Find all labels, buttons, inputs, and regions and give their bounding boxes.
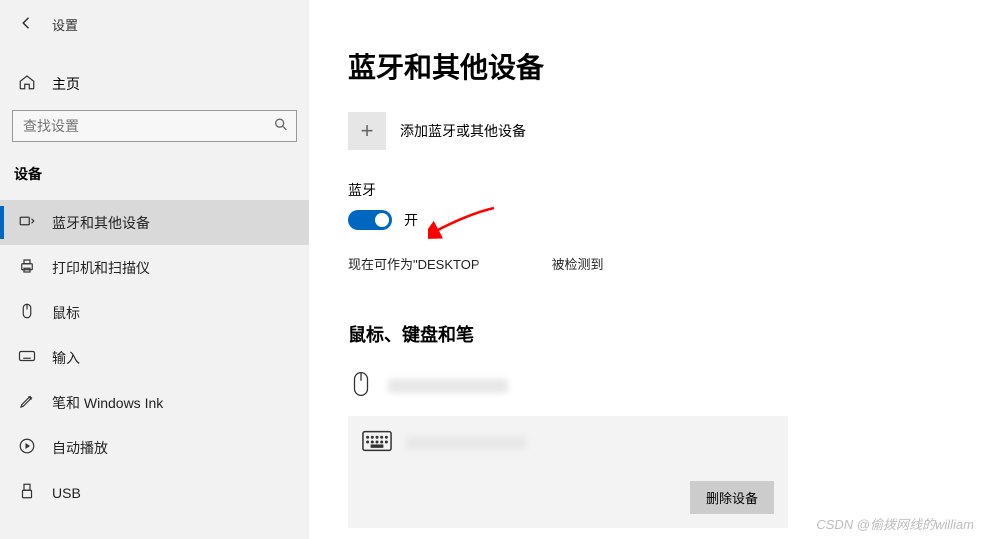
sidebar-item-mouse[interactable]: 鼠标 [0,290,309,335]
redacted-name [480,259,552,273]
bluetooth-toggle-row: 开 [348,210,984,230]
sidebar-item-usb[interactable]: USB [0,470,309,515]
sidebar-item-autoplay[interactable]: 自动播放 [0,425,309,470]
search-wrap [12,110,297,142]
pen-icon [18,392,36,413]
search-icon[interactable] [273,117,289,136]
remove-device-button[interactable]: 删除设备 [690,481,774,514]
sidebar-item-printer[interactable]: 打印机和扫描仪 [0,245,309,290]
nav-list: 蓝牙和其他设备打印机和扫描仪鼠标输入笔和 Windows Ink 自动播放 USB [0,200,309,515]
discover-prefix: 现在可作为"DESKTOP [348,257,480,272]
mouse-icon [18,302,36,323]
back-icon[interactable] [18,14,36,35]
main-content: 蓝牙和其他设备 + 添加蓝牙或其他设备 蓝牙 开 现在可作为"DESKTOP 被检… [310,0,984,539]
sidebar-item-label: 鼠标 [52,303,80,323]
sidebar-item-label: 蓝牙和其他设备 [52,213,150,233]
topbar: 设置 [0,0,309,45]
discoverable-text: 现在可作为"DESKTOP 被检测到 [348,254,984,273]
sidebar-item-keyboard[interactable]: 输入 [0,335,309,380]
sidebar-item-home[interactable]: 主页 [0,63,309,106]
add-device-label: 添加蓝牙或其他设备 [400,121,526,141]
sidebar-item-bluetooth[interactable]: 蓝牙和其他设备 [0,200,309,245]
add-device-button[interactable]: + 添加蓝牙或其他设备 [348,112,984,150]
plus-icon: + [348,112,386,150]
autoplay-icon [18,437,36,458]
sidebar-item-label: 笔和 Windows Ink [52,393,163,413]
mouse-icon [348,371,374,400]
keyboard-icon [18,347,36,368]
bluetooth-toggle[interactable] [348,210,392,230]
bluetooth-label: 蓝牙 [348,180,984,200]
watermark: CSDN @偷拨网线的william [816,514,974,533]
keyboard-icon [362,430,392,455]
annotation-arrow-icon [428,204,498,243]
section-header: 设备 [0,142,309,192]
search-input[interactable] [12,110,297,142]
toggle-state-label: 开 [404,210,418,230]
bluetooth-icon [18,212,36,233]
sidebar-item-label: 主页 [52,74,80,94]
app-title: 设置 [52,15,78,34]
home-icon [18,73,36,94]
sidebar-item-pen[interactable]: 笔和 Windows Ink [0,380,309,425]
discover-suffix: 被检测到 [552,257,604,272]
device-row-mouse[interactable] [348,363,984,408]
sidebar-item-label: USB [52,485,81,501]
sidebar-item-label: 自动播放 [52,438,108,458]
redacted-device-name [388,379,508,393]
sidebar: 设置 主页 设备 蓝牙和其他设备打印机和扫描仪鼠标输入笔和 Windows In… [0,0,310,539]
sidebar-item-label: 输入 [52,348,80,368]
page-title: 蓝牙和其他设备 [348,46,984,86]
sidebar-item-label: 打印机和扫描仪 [52,258,150,278]
device-group-title: 鼠标、键盘和笔 [348,321,984,347]
device-card-keyboard[interactable]: 删除设备 [348,416,788,528]
redacted-device-name [406,436,526,450]
printer-icon [18,257,36,278]
usb-icon [18,482,36,503]
